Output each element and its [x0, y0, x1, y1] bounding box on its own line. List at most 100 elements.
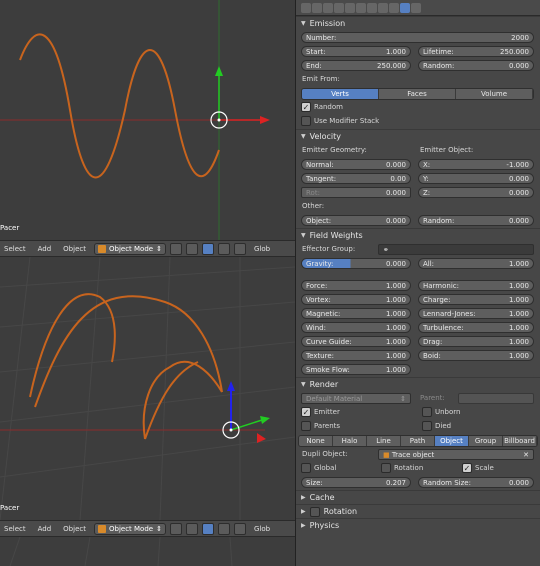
- vortex-weight-field[interactable]: Vortex: 1.000: [301, 294, 411, 305]
- menu-select[interactable]: Select: [0, 525, 30, 533]
- scene-tab-icon[interactable]: [312, 2, 322, 13]
- smoke-flow-weight-field[interactable]: Smoke Flow: 1.000: [301, 364, 411, 375]
- scale-checkbox[interactable]: ✓: [462, 463, 472, 473]
- wind-weight-field[interactable]: Wind: 1.000: [301, 322, 411, 333]
- field-weights-panel-header[interactable]: ▼ Field Weights: [296, 228, 540, 242]
- render-type-object[interactable]: Object: [435, 436, 469, 446]
- rotation-checkbox[interactable]: [381, 463, 391, 473]
- random-size-field[interactable]: Random Size: 0.000: [418, 477, 534, 488]
- rot-field[interactable]: Rot: 0.000: [301, 187, 411, 198]
- manipulator-toggle[interactable]: [201, 242, 214, 255]
- emitter-checkbox[interactable]: ✓: [301, 407, 311, 417]
- render-type-halo[interactable]: Halo: [333, 436, 367, 446]
- menu-object[interactable]: Object: [59, 525, 90, 533]
- boid-weight-field[interactable]: Boid: 1.000: [418, 350, 534, 361]
- parents-checkbox[interactable]: [301, 421, 311, 431]
- render-panel-header[interactable]: ▼ Render: [296, 377, 540, 391]
- rotation-enable-checkbox[interactable]: [309, 506, 320, 517]
- curve-guide-weight-field[interactable]: Curve Guide: 1.000: [301, 336, 411, 347]
- rotate-manipulator[interactable]: [233, 242, 246, 255]
- pivot-button[interactable]: [185, 522, 198, 535]
- random-lifetime-field[interactable]: Random: 0.000: [418, 60, 534, 71]
- all-field[interactable]: All: 1.000: [418, 258, 534, 269]
- parent-field[interactable]: [458, 393, 534, 404]
- viewport-top[interactable]: Pacer: [0, 0, 295, 240]
- velocity-x-field[interactable]: X: -1.000: [418, 159, 534, 170]
- random-checkbox[interactable]: ✓: [301, 102, 311, 112]
- died-checkbox[interactable]: [422, 421, 432, 431]
- end-field[interactable]: End: 250.000: [301, 60, 411, 71]
- particles-tab-icon[interactable]: [400, 2, 410, 13]
- orientation-selector[interactable]: Glob: [250, 525, 274, 533]
- normal-field[interactable]: Normal: 0.000: [301, 159, 411, 170]
- data-tab-icon[interactable]: [367, 2, 377, 13]
- viewport-bottom[interactable]: Pacer: [0, 257, 295, 520]
- render-type-path[interactable]: Path: [401, 436, 435, 446]
- force-weight-field[interactable]: Force: 1.000: [301, 280, 411, 291]
- harmonic-weight-field[interactable]: Harmonic: 1.000: [418, 280, 534, 291]
- translate-manipulator[interactable]: [217, 522, 230, 535]
- menu-select[interactable]: Select: [0, 245, 30, 253]
- charge-weight-field[interactable]: Charge: 1.000: [418, 294, 534, 305]
- viewport-top-canvas[interactable]: [0, 0, 295, 240]
- viewport-shading-button[interactable]: [169, 242, 182, 255]
- menu-object[interactable]: Object: [59, 245, 90, 253]
- viewport-shading-button[interactable]: [169, 522, 182, 535]
- lifetime-field[interactable]: Lifetime: 250.000: [418, 46, 534, 57]
- start-field[interactable]: Start: 1.000: [301, 46, 411, 57]
- emit-from-verts[interactable]: Verts: [302, 89, 379, 99]
- texture-weight-field[interactable]: Texture: 1.000: [301, 350, 411, 361]
- orientation-selector[interactable]: Glob: [250, 245, 274, 253]
- random-velocity-field[interactable]: Random: 0.000: [418, 215, 534, 226]
- object-tab-icon[interactable]: [334, 2, 344, 13]
- physics-tab-icon[interactable]: [411, 2, 421, 13]
- dupli-object-field[interactable]: ■ Trace object ✕: [378, 449, 534, 460]
- material-selector[interactable]: Default Material ⇕: [301, 393, 411, 404]
- emission-panel-header[interactable]: ▼ Emission: [296, 16, 540, 30]
- material-tab-icon[interactable]: [378, 2, 388, 13]
- translate-manipulator[interactable]: [217, 242, 230, 255]
- emit-from-volume[interactable]: Volume: [456, 89, 533, 99]
- tangent-field[interactable]: Tangent: 0.00: [301, 173, 411, 184]
- render-tab-icon[interactable]: [301, 2, 311, 13]
- cache-panel-header[interactable]: ▶ Cache: [296, 490, 540, 504]
- drag-weight-field[interactable]: Drag: 1.000: [418, 336, 534, 347]
- turbulence-weight-field[interactable]: Turbulence: 1.000: [418, 322, 534, 333]
- render-type-none[interactable]: None: [299, 436, 333, 446]
- object-velocity-field[interactable]: Object: 0.000: [301, 215, 411, 226]
- mode-selector[interactable]: Object Mode ⇕: [93, 242, 166, 255]
- close-icon[interactable]: ✕: [523, 451, 529, 459]
- render-type-line[interactable]: Line: [367, 436, 401, 446]
- constraints-tab-icon[interactable]: [345, 2, 355, 13]
- texture-tab-icon[interactable]: [389, 2, 399, 13]
- global-checkbox[interactable]: [301, 463, 311, 473]
- render-type-billboard[interactable]: Billboard: [503, 436, 537, 446]
- emit-from-selector[interactable]: Verts Faces Volume: [301, 88, 534, 100]
- menu-add[interactable]: Add: [34, 245, 56, 253]
- rotation-panel-header[interactable]: ▶ Rotation: [296, 504, 540, 518]
- use-modifier-stack-checkbox[interactable]: [301, 116, 311, 126]
- magnetic-weight-field[interactable]: Magnetic: 1.000: [301, 308, 411, 319]
- velocity-panel-header[interactable]: ▼ Velocity: [296, 129, 540, 143]
- emit-from-faces[interactable]: Faces: [379, 89, 456, 99]
- world-tab-icon[interactable]: [323, 2, 333, 13]
- pivot-button[interactable]: [185, 242, 198, 255]
- number-field[interactable]: Number: 2000: [301, 32, 534, 43]
- velocity-y-field[interactable]: Y: 0.000: [418, 173, 534, 184]
- manipulator-toggle[interactable]: [201, 522, 214, 535]
- velocity-z-field[interactable]: Z: 0.000: [418, 187, 534, 198]
- physics-panel-header[interactable]: ▶ Physics: [296, 518, 540, 532]
- unborn-checkbox[interactable]: [422, 407, 432, 417]
- effector-group-field[interactable]: ⚭: [378, 244, 534, 255]
- viewport-lower[interactable]: [0, 537, 295, 566]
- mode-selector[interactable]: Object Mode ⇕: [93, 522, 166, 535]
- render-type-group[interactable]: Group: [469, 436, 503, 446]
- rotate-manipulator[interactable]: [233, 522, 246, 535]
- lennard-jones-weight-field[interactable]: Lennard-Jones: 1.000: [418, 308, 534, 319]
- gravity-field[interactable]: Gravity: 0.000: [301, 258, 411, 269]
- size-field[interactable]: Size: 0.207: [301, 477, 411, 488]
- menu-add[interactable]: Add: [34, 525, 56, 533]
- modifiers-tab-icon[interactable]: [356, 2, 366, 13]
- render-type-selector[interactable]: None Halo Line Path Object Group Billboa…: [298, 435, 538, 447]
- viewport-bottom-canvas[interactable]: [0, 257, 295, 520]
